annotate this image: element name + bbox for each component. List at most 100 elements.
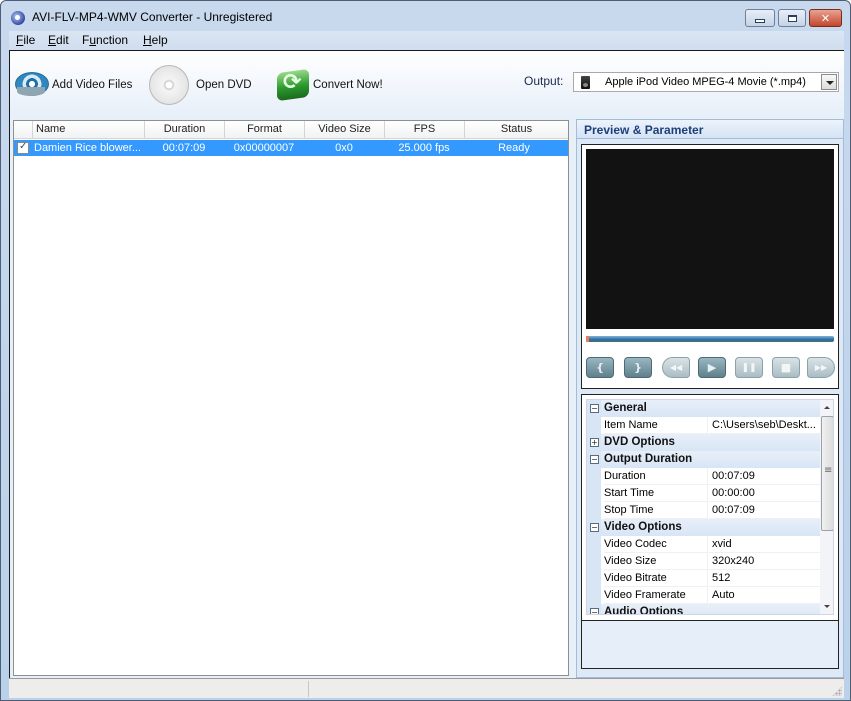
- close-icon: ✕: [820, 11, 831, 25]
- property-value[interactable]: xvid: [709, 536, 820, 553]
- file-list[interactable]: Name Duration Format Video Size FPS Stat…: [13, 120, 569, 676]
- property-gutter: [587, 485, 601, 502]
- pause-button[interactable]: ❚❚: [735, 357, 763, 378]
- property-gutter: [587, 570, 601, 587]
- bracket-open-icon: {: [596, 361, 604, 374]
- menu-bar: File Edit Function Help: [9, 31, 844, 50]
- fast-forward-button[interactable]: ▶▶: [807, 357, 835, 378]
- property-value[interactable]: 512: [709, 570, 820, 587]
- property-name: Video Bitrate: [604, 570, 708, 587]
- property-category[interactable]: − Audio Options: [587, 604, 820, 615]
- mark-start-button[interactable]: {: [586, 357, 614, 378]
- property-category[interactable]: − Output Duration: [587, 451, 820, 468]
- app-icon[interactable]: [11, 11, 25, 25]
- maximize-button[interactable]: [778, 9, 806, 27]
- property-value[interactable]: C:\Users\seb\Deskt...: [709, 417, 820, 434]
- property-name: Video Size: [604, 553, 708, 570]
- file-row[interactable]: Damien Rice blower... 00:07:09 0x0000000…: [14, 140, 568, 156]
- menu-edit[interactable]: Edit: [48, 33, 69, 47]
- column-duration[interactable]: Duration: [144, 121, 224, 138]
- rewind-icon: ◀◀: [669, 363, 683, 372]
- property-value[interactable]: 00:00:00: [709, 485, 820, 502]
- property-value[interactable]: 00:07:09: [709, 502, 820, 519]
- property-row[interactable]: Video Size 320x240: [587, 553, 820, 570]
- rewind-button[interactable]: ◀◀: [662, 357, 690, 378]
- output-format-value: Apple iPod Video MPEG-4 Movie (*.mp4): [605, 76, 806, 88]
- add-video-files-button[interactable]: Add Video Files: [14, 65, 132, 105]
- property-row[interactable]: Start Time 00:00:00: [587, 485, 820, 502]
- menu-help[interactable]: Help: [143, 33, 168, 47]
- file-fps-cell: 25.000 fps: [398, 142, 450, 154]
- column-fps[interactable]: FPS: [384, 121, 464, 138]
- chevron-down-icon[interactable]: [821, 74, 837, 90]
- property-row[interactable]: Video Bitrate 512: [587, 570, 820, 587]
- resize-grip[interactable]: [832, 686, 842, 696]
- column-video-size[interactable]: Video Size: [304, 121, 384, 138]
- column-format[interactable]: Format: [224, 121, 304, 138]
- collapse-icon[interactable]: −: [590, 404, 599, 413]
- stop-icon: ■: [780, 361, 792, 374]
- property-category-label: Output Duration: [604, 453, 693, 465]
- column-name[interactable]: Name: [32, 121, 144, 138]
- minimize-icon: [755, 18, 765, 23]
- property-row[interactable]: Stop Time 00:07:09: [587, 502, 820, 519]
- mark-end-button[interactable]: }: [624, 357, 652, 378]
- convert-now-button[interactable]: Convert Now!: [277, 65, 383, 105]
- property-grid-scrollbar[interactable]: [820, 400, 833, 614]
- parameters-frame: − General Item Name C:\Users\seb\Deskt... + D…: [581, 394, 839, 621]
- seek-thumb[interactable]: [586, 336, 589, 342]
- property-gutter: [587, 502, 601, 519]
- convert-arrows-icon: [277, 69, 311, 101]
- menu-function[interactable]: Function: [82, 33, 128, 47]
- menu-file[interactable]: File: [16, 33, 35, 47]
- output-format-select[interactable]: Apple iPod Video MPEG-4 Movie (*.mp4): [573, 72, 839, 92]
- minimize-button[interactable]: [745, 9, 775, 27]
- property-row[interactable]: Video Codec xvid: [587, 536, 820, 553]
- preview-frame: { } ◀◀ ▶ ❚❚ ■ ▶▶: [581, 144, 839, 389]
- property-category-label: Video Options: [604, 521, 682, 533]
- property-grid[interactable]: − General Item Name C:\Users\seb\Deskt... + D…: [586, 399, 834, 615]
- property-category[interactable]: − Video Options: [587, 519, 820, 536]
- file-video-size-cell: 0x0: [335, 142, 353, 154]
- property-value[interactable]: 320x240: [709, 553, 820, 570]
- collapse-icon[interactable]: −: [590, 455, 599, 464]
- property-gutter: [587, 587, 601, 604]
- main-area: Name Duration Format Video Size FPS Stat…: [9, 116, 844, 678]
- scroll-up-icon[interactable]: [820, 400, 833, 415]
- scroll-thumb[interactable]: [821, 416, 833, 531]
- property-name: Stop Time: [604, 502, 708, 519]
- maximize-icon: [787, 14, 797, 22]
- expand-icon[interactable]: +: [590, 438, 599, 447]
- play-button[interactable]: ▶: [698, 357, 726, 378]
- property-value[interactable]: 00:07:09: [709, 468, 820, 485]
- property-value[interactable]: Auto: [709, 587, 820, 604]
- seek-slider[interactable]: [586, 336, 834, 342]
- file-duration-cell: 00:07:09: [162, 142, 206, 154]
- title-bar[interactable]: AVI-FLV-MP4-WMV Converter - Unregistered…: [1, 1, 850, 31]
- status-bar: [9, 678, 844, 698]
- video-preview: [586, 149, 834, 329]
- file-row-checkbox[interactable]: [17, 141, 29, 154]
- property-row[interactable]: Video Framerate Auto: [587, 587, 820, 604]
- property-name: Video Framerate: [604, 587, 708, 604]
- collapse-icon[interactable]: −: [590, 523, 599, 532]
- open-dvd-button[interactable]: Open DVD: [149, 65, 252, 105]
- file-status-cell: Ready: [498, 142, 530, 154]
- property-category[interactable]: − General: [587, 400, 820, 417]
- property-name: Video Codec: [604, 536, 708, 553]
- scroll-down-icon[interactable]: [820, 599, 833, 614]
- bracket-close-icon: }: [634, 361, 642, 374]
- stop-button[interactable]: ■: [772, 357, 800, 378]
- app-window: AVI-FLV-MP4-WMV Converter - Unregistered…: [0, 0, 851, 701]
- collapse-icon[interactable]: −: [590, 608, 599, 614]
- property-category[interactable]: + DVD Options: [587, 434, 820, 451]
- close-button[interactable]: ✕: [809, 9, 842, 27]
- column-status[interactable]: Status: [464, 121, 568, 138]
- property-category-label: Audio Options: [604, 606, 684, 615]
- window-title: AVI-FLV-MP4-WMV Converter - Unregistered: [32, 10, 273, 24]
- property-gutter: [587, 536, 601, 553]
- play-icon: ▶: [707, 361, 717, 374]
- file-name-cell: Damien Rice blower...: [34, 142, 141, 154]
- property-row[interactable]: Item Name C:\Users\seb\Deskt...: [587, 417, 820, 434]
- property-row[interactable]: Duration 00:07:09: [587, 468, 820, 485]
